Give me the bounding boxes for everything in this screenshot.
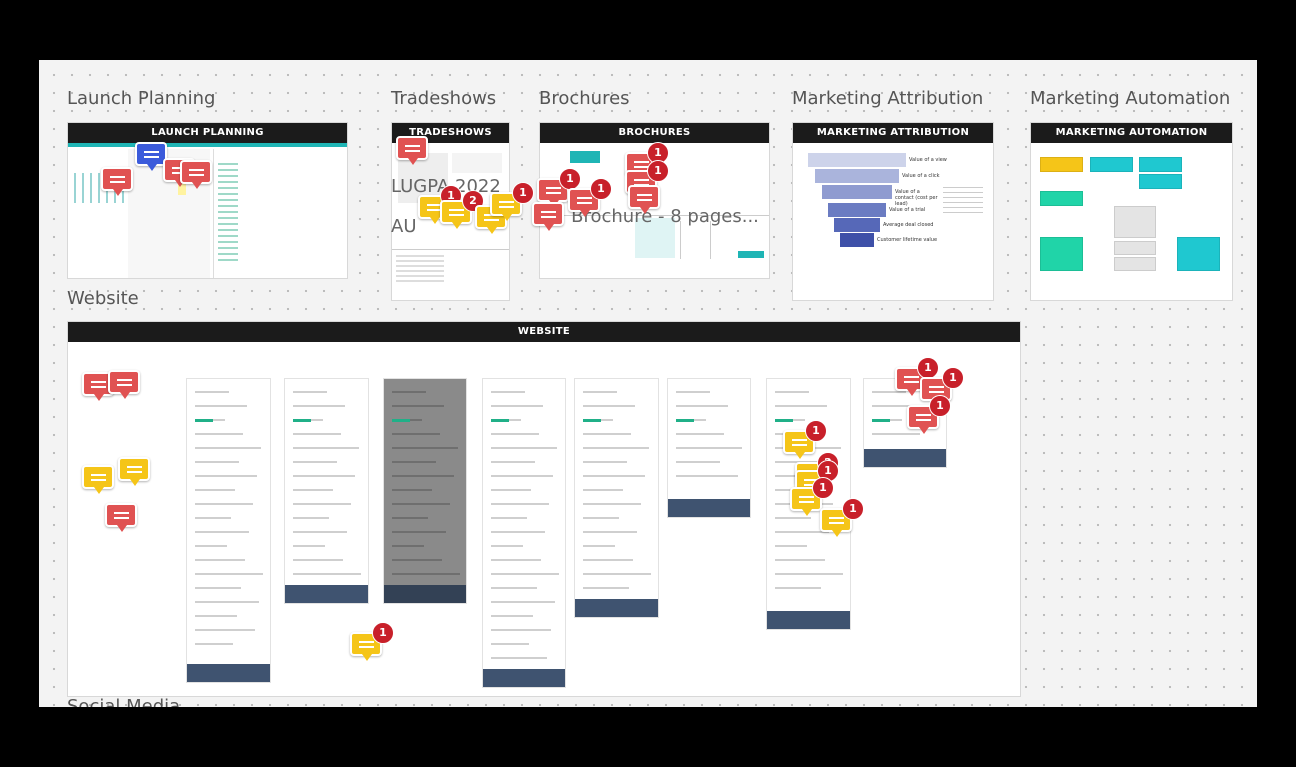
comment-count-badge: 1 bbox=[929, 395, 951, 417]
frame-title-marketing-automation: Marketing Automation bbox=[1030, 88, 1231, 109]
comment-count-badge: 1 bbox=[917, 357, 939, 379]
comment-count-badge: 1 bbox=[842, 498, 864, 520]
comment-count-badge: 1 bbox=[590, 178, 612, 200]
comment-count-badge: 1 bbox=[805, 420, 827, 442]
comment-count-badge: 1 bbox=[372, 622, 394, 644]
comment-count-badge: 1 bbox=[647, 160, 669, 182]
website-page-thumbnail[interactable] bbox=[383, 378, 467, 604]
funnel-label: Value of a click bbox=[902, 173, 940, 179]
comment-count-badge: 1 bbox=[942, 367, 964, 389]
whiteboard-canvas[interactable]: Launch Planning LAUNCH PLANNING Tradesho… bbox=[39, 60, 1257, 707]
comment-icon[interactable] bbox=[118, 457, 150, 486]
frame-marketing-attribution[interactable]: MARKETING ATTRIBUTION Value of a view Va… bbox=[792, 122, 994, 301]
frame-header: WEBSITE bbox=[68, 322, 1020, 342]
frame-launch-planning[interactable]: LAUNCH PLANNING bbox=[67, 122, 348, 279]
funnel-label: Value of a view bbox=[909, 157, 947, 163]
frame-header: BROCHURES bbox=[540, 123, 769, 143]
comment-icon[interactable] bbox=[628, 185, 660, 214]
funnel-label: Customer lifetime value bbox=[877, 237, 938, 243]
comment-icon[interactable] bbox=[180, 160, 212, 189]
website-page-thumbnail[interactable] bbox=[482, 378, 566, 688]
frame-title-tradeshows: Tradeshows bbox=[391, 88, 497, 109]
comment-icon[interactable] bbox=[82, 465, 114, 494]
frame-website[interactable]: WEBSITE bbox=[67, 321, 1021, 697]
comment-count-badge: 1 bbox=[812, 477, 834, 499]
frame-title-website: Website bbox=[67, 288, 139, 309]
funnel-label: Value of a contact (cost per lead) bbox=[895, 189, 938, 207]
comment-count-badge: 1 bbox=[512, 182, 534, 204]
website-page-thumbnail[interactable] bbox=[667, 378, 751, 518]
comment-icon[interactable] bbox=[105, 503, 137, 532]
frame-title-launch-planning: Launch Planning bbox=[67, 88, 216, 109]
website-page-thumbnail[interactable] bbox=[186, 378, 271, 683]
website-page-thumbnail[interactable] bbox=[284, 378, 369, 604]
frame-title-marketing-attribution: Marketing Attribution bbox=[792, 88, 984, 109]
comment-icon[interactable] bbox=[101, 167, 133, 196]
tradeshow-item-title-2: AU bbox=[391, 216, 417, 237]
frame-title-brochures: Brochures bbox=[539, 88, 630, 109]
frame-header: MARKETING ATTRIBUTION bbox=[793, 123, 993, 143]
frame-marketing-automation[interactable]: MARKETING AUTOMATION bbox=[1030, 122, 1233, 301]
frame-header: LAUNCH PLANNING bbox=[68, 123, 347, 143]
frame-header: MARKETING AUTOMATION bbox=[1031, 123, 1232, 143]
website-page-thumbnail[interactable] bbox=[574, 378, 659, 618]
funnel-label: Average deal closed bbox=[883, 222, 934, 228]
comment-icon[interactable] bbox=[396, 136, 428, 165]
comment-icon[interactable] bbox=[532, 202, 564, 231]
comment-icon[interactable] bbox=[108, 370, 140, 399]
comment-count-badge: 1 bbox=[559, 168, 581, 190]
funnel-label: Value of a trial bbox=[889, 207, 926, 213]
frame-title-social-media: Social Media bbox=[67, 696, 181, 707]
